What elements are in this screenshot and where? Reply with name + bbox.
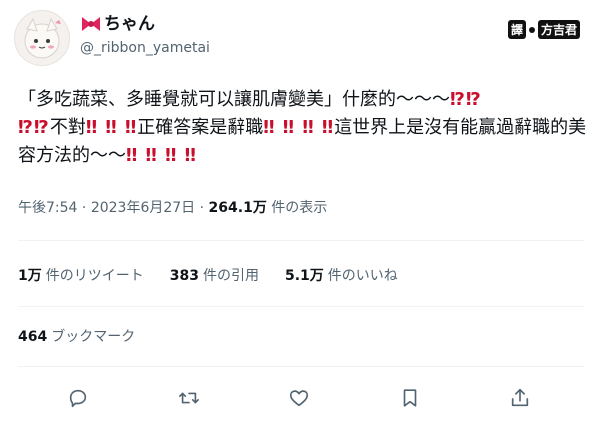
action-bar (0, 384, 598, 412)
divider (18, 306, 584, 307)
quotes-label: 件の引用 (202, 268, 259, 284)
retweet-button[interactable] (175, 384, 203, 412)
avatar-character-icon (24, 17, 61, 59)
likes-stat[interactable]: 5.1万 件のいいね (285, 265, 398, 285)
share-icon (511, 388, 529, 407)
tweet-emphasis: ‼ ‼ ‼ ‼ (263, 117, 335, 138)
tweet-emphasis: ⁉⁉ (450, 89, 482, 110)
quotes-count: 383 (169, 268, 199, 284)
tweet-emphasis: ‼ ‼ ‼ ‼ (126, 145, 197, 166)
display-name: ちゃん (104, 14, 155, 34)
views-count: 264.1万 (208, 200, 267, 216)
reply-icon (69, 389, 87, 408)
meta-separator: · (81, 200, 87, 216)
tweet-segment: 不對 (49, 117, 86, 138)
bookmarks-count: 464 (18, 329, 48, 345)
heart-icon (289, 390, 309, 407)
retweet-icon (178, 392, 199, 404)
tweet-segment: 正確答案是辭職 (137, 117, 264, 138)
retweets-stat[interactable]: 1万 件のリツイート (18, 265, 144, 285)
tweet-segment: 「多吃蔬菜、多睡覺就可以讓肌膚變美」什麼的〜〜〜 (18, 89, 450, 110)
meta-separator: · (199, 200, 205, 216)
retweets-label: 件のリツイート (45, 268, 144, 284)
tweet-meta: 午後7:54 · 2023年6月27日 · 264.1万 件の表示 (18, 198, 327, 218)
tweet-text: 「多吃蔬菜、多睡覺就可以讓肌膚變美」什麼的〜〜〜⁉⁉ ⁉⁉不對‼ ‼ ‼正確答案是… (18, 86, 588, 170)
author-handle[interactable]: @_ribbon_yametai (80, 38, 210, 58)
tweet-time[interactable]: 午後7:54 (18, 200, 77, 216)
like-button[interactable] (285, 384, 313, 412)
bookmarks-stat[interactable]: 464 ブックマーク (18, 326, 135, 346)
watermark-prefix: 譯 (507, 20, 526, 39)
tweet-date[interactable]: 2023年6月27日 (91, 200, 195, 216)
bookmark-icon (403, 389, 416, 407)
bookmarks-label: ブックマーク (51, 329, 136, 345)
watermark-brand: 方吉君 (537, 20, 580, 39)
likes-count: 5.1万 (284, 268, 324, 284)
tweet-emphasis: ⁉⁉ (18, 117, 50, 138)
tweet-stats: 1万 件のリツイート 383 件の引用 5.1万 件のいいね (18, 265, 398, 285)
ribbon-icon (82, 17, 100, 31)
bookmark-button[interactable] (396, 384, 424, 412)
avatar[interactable] (14, 10, 70, 66)
watermark-dot-icon (528, 26, 535, 33)
retweets-count: 1万 (18, 268, 42, 284)
quotes-stat[interactable]: 383 件の引用 (170, 265, 259, 285)
divider (18, 366, 584, 367)
watermark: 譯 方吉君 (507, 20, 580, 39)
tweet-emphasis: ‼ ‼ ‼ (85, 117, 138, 138)
views-label: 件の表示 (271, 200, 328, 216)
share-button[interactable] (506, 384, 534, 412)
divider (18, 240, 584, 241)
author-name[interactable]: ちゃん (80, 12, 155, 36)
likes-label: 件のいいね (327, 268, 398, 284)
reply-button[interactable] (64, 384, 92, 412)
